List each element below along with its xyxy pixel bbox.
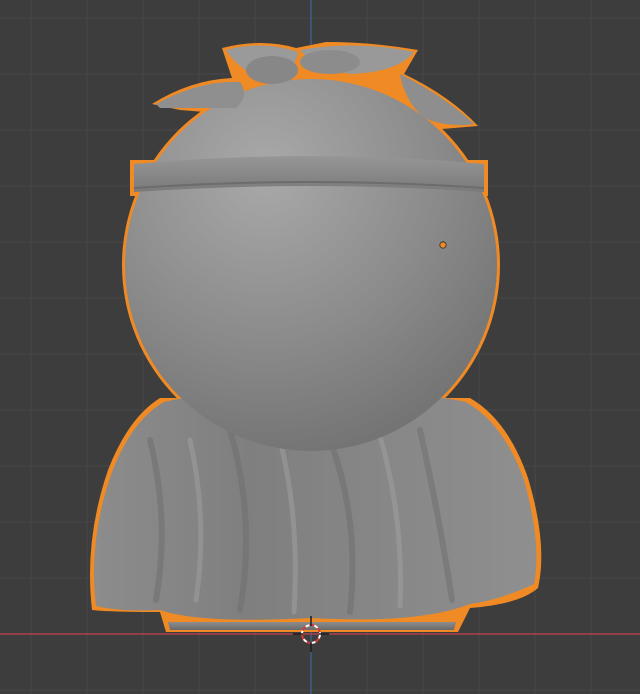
- viewport-canvas[interactable]: [0, 0, 640, 694]
- object-origin-dot[interactable]: [439, 241, 447, 249]
- mesh-head: [125, 79, 497, 451]
- 3d-viewport[interactable]: [0, 0, 640, 694]
